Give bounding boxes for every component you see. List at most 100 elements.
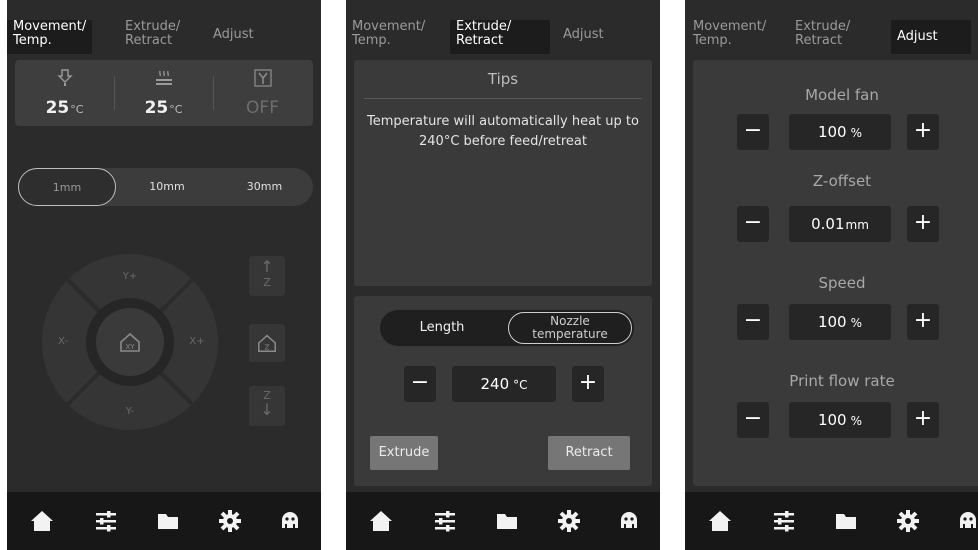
home-icon[interactable]: [707, 508, 733, 534]
sliders-icon[interactable]: [93, 508, 119, 534]
speed-unit: %: [850, 316, 863, 330]
z-offset-unit: mm: [845, 218, 869, 232]
fan-status[interactable]: OFF: [213, 60, 312, 126]
step-option-30mm[interactable]: 30mm: [216, 168, 313, 206]
tab-adjust[interactable]: Adjust: [891, 20, 971, 54]
z-up-label: Z: [263, 276, 271, 289]
bed-temp[interactable]: 25°C: [114, 60, 213, 126]
z-up-button[interactable]: ↑ Z: [249, 256, 285, 296]
speed-input[interactable]: 100%: [789, 304, 891, 340]
home-z-icon: Z: [258, 334, 276, 352]
robot-icon[interactable]: [277, 508, 303, 534]
tab-movement-temp[interactable]: Movement/ Temp.: [7, 20, 93, 54]
flow-rate-stepper: − 100% +: [737, 402, 947, 438]
jog-x-plus[interactable]: X+: [182, 327, 212, 357]
gear-icon[interactable]: [895, 508, 921, 534]
svg-text:Z: Z: [264, 342, 269, 351]
divider: [364, 98, 642, 99]
retract-button[interactable]: Retract: [548, 436, 630, 470]
speed-stepper: − 100% +: [737, 304, 947, 340]
nozzle-temp-unit: °C: [70, 103, 84, 116]
model-fan-input[interactable]: 100%: [789, 114, 891, 150]
segment-length[interactable]: Length: [380, 310, 504, 346]
gear-icon[interactable]: [556, 508, 582, 534]
flow-rate-unit: %: [850, 414, 863, 428]
arrow-up-icon: ↑: [260, 257, 274, 276]
model-fan-value: 100: [817, 123, 847, 141]
tab-extrude-retract[interactable]: Extrude/ Retract: [125, 20, 180, 48]
nozzle-temp-unit: °C: [513, 378, 528, 392]
nozzle-temp[interactable]: 25°C: [15, 60, 114, 126]
home-xy-button[interactable]: XY: [118, 330, 142, 354]
home-icon[interactable]: [29, 508, 55, 534]
plus-button[interactable]: +: [907, 114, 939, 150]
extrude-button[interactable]: Extrude: [370, 436, 438, 470]
home-icon[interactable]: [368, 508, 394, 534]
svg-text:XY: XY: [125, 343, 135, 351]
plus-button[interactable]: +: [907, 402, 939, 438]
home-z-button[interactable]: Z: [249, 324, 285, 362]
bed-temp-value: 25: [144, 98, 169, 118]
adjust-screen: Movement/ Temp. Extrude/ Retract Adjust …: [685, 0, 978, 550]
tab-adjust[interactable]: Adjust: [563, 28, 604, 42]
z-offset-stepper: − 0.01mm +: [737, 206, 947, 242]
plus-button[interactable]: +: [572, 366, 604, 402]
minus-button[interactable]: −: [737, 402, 769, 438]
tab-movement-temp[interactable]: Movement/ Temp.: [352, 20, 425, 48]
plus-button[interactable]: +: [907, 206, 939, 242]
xy-jog-pad: Y+ Y- X- X+ XY: [40, 252, 220, 432]
tips-title: Tips: [487, 70, 519, 88]
extrude-retract-screen: Movement/ Temp. Extrude/ Retract Adjust …: [346, 0, 660, 550]
folder-icon[interactable]: [494, 508, 520, 534]
z-offset-label: Z-offset: [812, 172, 872, 190]
z-down-button[interactable]: Z ↓: [249, 386, 285, 426]
nozzle-temp-stepper: − 240 °C +: [404, 366, 614, 402]
fan-icon: [253, 69, 272, 87]
jog-y-plus[interactable]: Y+: [110, 262, 150, 292]
minus-button[interactable]: −: [737, 114, 769, 150]
minus-button[interactable]: −: [737, 206, 769, 242]
model-fan-label: Model fan: [805, 86, 879, 104]
sliders-icon[interactable]: [432, 508, 458, 534]
speed-label: Speed: [818, 274, 866, 292]
flow-rate-value: 100: [817, 411, 847, 429]
extrude-control-card: Length Nozzle temperature − 240 °C + Extr…: [354, 296, 652, 486]
gear-icon[interactable]: [217, 508, 243, 534]
sliders-icon[interactable]: [771, 508, 797, 534]
temperature-card: 25°C 25°C OFF: [15, 60, 313, 126]
folder-icon[interactable]: [155, 508, 181, 534]
tab-bar: Movement/ Temp. Extrude/ Retract Adjust: [7, 14, 321, 56]
minus-button[interactable]: −: [404, 366, 436, 402]
tab-extrude-retract[interactable]: Extrude/ Retract: [795, 20, 850, 48]
step-option-10mm[interactable]: 10mm: [118, 168, 216, 206]
nozzle-icon: [56, 69, 73, 86]
plus-button[interactable]: +: [907, 304, 939, 340]
folder-icon[interactable]: [833, 508, 859, 534]
nozzle-temp-value: 25: [45, 98, 70, 118]
step-size-selector: 1mm 10mm 30mm: [18, 168, 313, 206]
flow-rate-input[interactable]: 100%: [789, 402, 891, 438]
model-fan-stepper: − 100% +: [737, 114, 947, 150]
bed-temp-unit: °C: [169, 103, 183, 116]
step-option-1mm[interactable]: 1mm: [18, 168, 116, 206]
adjust-card: Model fan − 100% + Z-offset − 0.01mm + S…: [693, 60, 978, 486]
tab-extrude-retract[interactable]: Extrude/ Retract: [450, 20, 550, 54]
nozzle-temp-input[interactable]: 240 °C: [452, 366, 556, 402]
extrude-mode-selector: Length Nozzle temperature: [380, 310, 634, 346]
flow-rate-label: Print flow rate: [789, 372, 895, 390]
tab-adjust[interactable]: Adjust: [213, 28, 254, 42]
robot-icon[interactable]: [616, 508, 642, 534]
tab-bar: Movement/ Temp. Extrude/ Retract Adjust: [685, 14, 978, 56]
jog-y-minus[interactable]: Y-: [110, 397, 150, 427]
bottom-nav: [685, 492, 978, 550]
robot-icon[interactable]: [955, 508, 978, 534]
heated-bed-icon: [155, 70, 172, 85]
minus-button[interactable]: −: [737, 304, 769, 340]
tab-bar: Movement/ Temp. Extrude/ Retract Adjust: [346, 14, 660, 56]
z-offset-input[interactable]: 0.01mm: [789, 206, 891, 242]
model-fan-unit: %: [850, 126, 863, 140]
jog-x-minus[interactable]: X-: [48, 327, 78, 357]
nozzle-temp-value: 240: [480, 375, 510, 393]
segment-nozzle-temperature[interactable]: Nozzle temperature: [508, 312, 632, 344]
tab-movement-temp[interactable]: Movement/ Temp.: [693, 20, 766, 48]
